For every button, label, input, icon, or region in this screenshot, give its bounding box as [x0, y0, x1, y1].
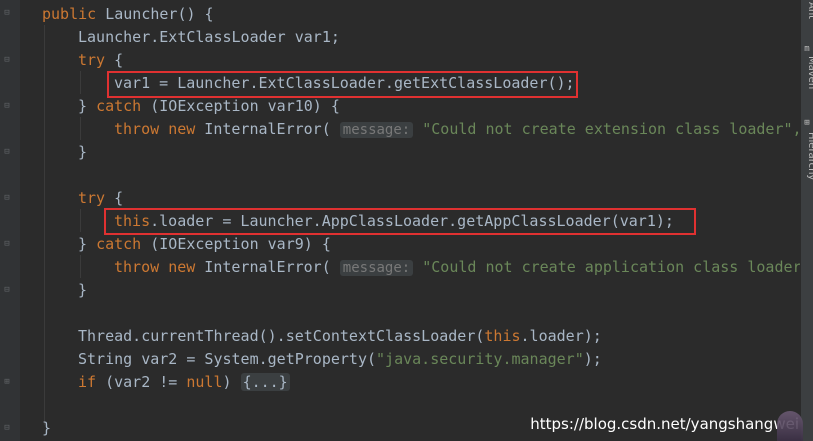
code-line: if (var2 != null) {...} — [78, 373, 290, 391]
tool-tab-ant[interactable]: Ant — [797, 2, 813, 38]
code-line: } catch (IOException var9) { — [78, 235, 331, 253]
hierarchy-icon[interactable]: ⊞ — [802, 118, 812, 128]
code-line: } catch (IOException var10) { — [78, 97, 340, 115]
folded-code-block[interactable]: {...} — [240, 373, 290, 391]
indent-guide — [80, 209, 81, 232]
code-line: String var2 = System.getProperty("java.s… — [78, 350, 602, 368]
code-line: try { — [78, 189, 124, 207]
avatar — [777, 411, 803, 441]
code-line: try { — [78, 51, 124, 69]
code-line: } — [78, 143, 88, 161]
code-editor[interactable]: public Launcher() { Launcher.ExtClassLoa… — [0, 0, 811, 441]
watermark: https://blog.csdn.net/yangshangwei — [530, 415, 799, 433]
highlight-box-ext-loader — [107, 71, 578, 98]
indent-guide — [80, 71, 81, 94]
right-tool-window-bar: Ant m Maven ⊞ Hierarchy — [800, 0, 813, 441]
code-line: } — [42, 419, 52, 437]
code-line: Launcher.ExtClassLoader var1; — [78, 28, 340, 46]
parameter-hint: message: — [339, 122, 414, 138]
tool-tab-maven[interactable]: Maven — [797, 56, 813, 98]
tool-tab-hierarchy[interactable]: Hierarchy — [797, 132, 813, 188]
parameter-hint: message: — [339, 260, 414, 276]
code-line: public Launcher() { — [42, 5, 214, 23]
maven-icon[interactable]: m — [802, 44, 812, 54]
indent-guide — [80, 255, 81, 278]
code-line: } — [78, 281, 88, 299]
indent-guide — [80, 117, 81, 140]
indent-guide — [44, 25, 45, 425]
highlight-box-app-loader — [104, 208, 696, 235]
code-line: throw new InternalError( message: "Could… — [114, 120, 811, 138]
code-line: throw new InternalError( message: "Could… — [114, 258, 813, 276]
code-line: Thread.currentThread().setContextClassLo… — [78, 327, 602, 345]
